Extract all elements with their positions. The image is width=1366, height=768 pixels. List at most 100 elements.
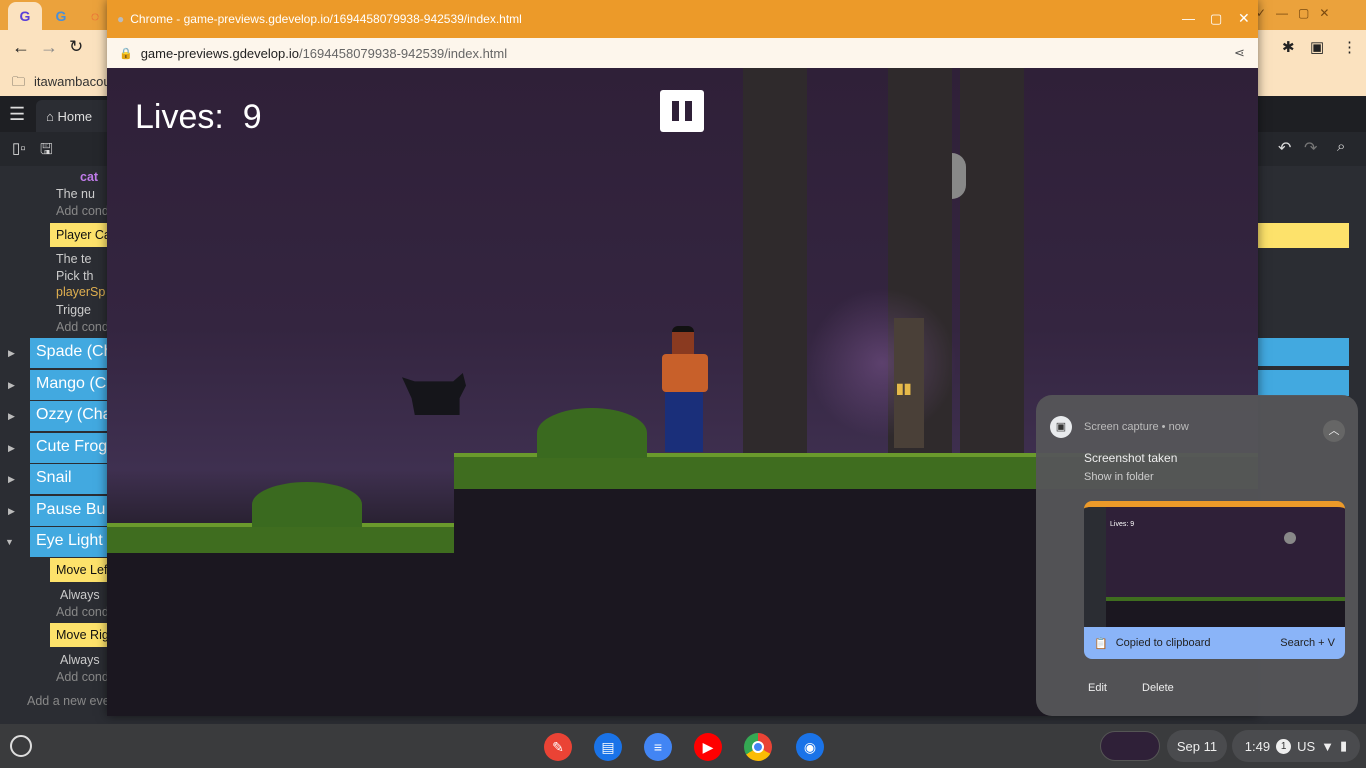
close-button[interactable]: ✕ — [1238, 10, 1250, 27]
gdevelop-tab-icon-2[interactable]: G — [44, 2, 78, 30]
delete-button[interactable]: Delete — [1142, 682, 1174, 694]
lock-icon: 🔒 — [119, 47, 133, 60]
clipboard-bar[interactable]: 📋 Copied to clipboard Search + V — [1084, 627, 1345, 659]
layout-icon[interactable]: ▯▫ — [12, 139, 26, 157]
redo-icon[interactable]: ↷ — [1304, 138, 1317, 158]
popup-title: Chrome - game-previews.gdevelop.io/16944… — [130, 12, 522, 26]
expand-icon[interactable]: ▶ — [8, 348, 15, 359]
address-bar[interactable]: 🔒 game-previews.gdevelop.io/169445807993… — [107, 38, 1258, 68]
back-icon[interactable]: ← — [12, 37, 30, 58]
url-host: game-previews.gdevelop.io — [140, 45, 299, 61]
notification-app: Screen capture — [1084, 421, 1159, 433]
expand-icon[interactable]: ▶ — [8, 474, 15, 485]
add-condition-2[interactable]: Add conditi — [50, 320, 110, 334]
clipboard-icon: 📋 — [1094, 637, 1108, 650]
lives-value: 9 — [242, 98, 262, 136]
always-condition[interactable]: Always — [50, 588, 110, 602]
minimize-button[interactable]: — — [1182, 11, 1195, 26]
date-tray[interactable]: Sep 11 — [1167, 730, 1227, 762]
docs-app-icon[interactable]: ≡ — [644, 733, 672, 761]
paste-shortcut: Search + V — [1280, 637, 1335, 649]
gdevelop-tab-icon[interactable]: G — [8, 2, 42, 30]
thumb-lives: Lives: 9 — [1110, 521, 1135, 528]
youtube-app-icon[interactable]: ▶ — [694, 733, 722, 761]
lamp-light: ▮▮ — [896, 380, 912, 396]
bookmark-folder[interactable]: itawambacoun — [34, 74, 118, 89]
bush — [537, 408, 647, 458]
canvas-app-icon[interactable]: ✎ — [544, 733, 572, 761]
event-move-left[interactable]: Move Left — [50, 558, 110, 582]
add-condition-4[interactable]: Add conditi — [50, 670, 110, 684]
add-condition-3[interactable]: Add conditi — [50, 605, 110, 619]
event-player-cat[interactable]: Player Ca — [50, 223, 110, 247]
event-bar — [1258, 370, 1349, 396]
undo-icon[interactable]: ↶ — [1278, 138, 1291, 158]
cat-condition[interactable]: cat — [50, 170, 110, 184]
trigger-condition[interactable]: Trigge — [50, 303, 110, 317]
expand-icon[interactable]: ▶ — [8, 506, 15, 517]
expand-icon[interactable]: ▶ — [8, 443, 15, 454]
window-controls[interactable]: ✓ — ▢ ✕ — [1256, 6, 1329, 20]
tree-trunk — [743, 68, 807, 458]
tab-home-label: Home — [57, 109, 93, 124]
group-cute-frog[interactable]: Cute Frog — [30, 433, 110, 463]
expand-icon[interactable]: ▶ — [8, 411, 15, 422]
chrome-app-icon[interactable] — [744, 733, 772, 761]
pick-condition[interactable]: Pick th — [50, 269, 110, 283]
search-icon[interactable]: ⌕ — [1337, 138, 1345, 155]
event-move-right[interactable]: Move Rig — [50, 623, 110, 647]
input-method: US — [1297, 738, 1316, 754]
expand-icon[interactable]: ▶ — [8, 380, 15, 391]
status-tray[interactable]: 1:49 1 US ▼ ▮ — [1232, 730, 1360, 762]
add-condition[interactable]: Add conditi — [50, 204, 110, 218]
side-panel-icon[interactable]: ▣ — [1310, 38, 1324, 56]
save-icon[interactable]: 🖫 — [40, 139, 53, 164]
clock: 1:49 — [1244, 738, 1271, 754]
menu-icon[interactable]: ⋮ — [1342, 38, 1357, 56]
screenshot-notification: ▣ Screen capture • now ︿ Screenshot take… — [1036, 395, 1358, 716]
bush — [252, 482, 362, 527]
tree-trunk — [960, 68, 1024, 458]
cat-sprite — [402, 373, 466, 415]
collapse-notification-button[interactable]: ︿ — [1323, 420, 1345, 442]
hamburger-icon[interactable]: ☰ — [9, 104, 25, 125]
pause-button[interactable] — [660, 90, 704, 132]
edit-button[interactable]: Edit — [1088, 682, 1107, 694]
lives-label: Lives: — [135, 98, 224, 136]
reload-icon[interactable]: ↻ — [69, 37, 83, 57]
variable-condition[interactable]: The nu — [50, 187, 110, 201]
group-snail[interactable]: Snail — [30, 464, 110, 494]
classroom-app-icon[interactable]: ▤ — [594, 733, 622, 761]
forward-icon[interactable]: → — [40, 37, 58, 58]
collapse-icon[interactable]: ▼ — [5, 537, 14, 547]
show-in-folder-link[interactable]: Show in folder — [1084, 471, 1154, 483]
pause-icon — [672, 101, 679, 121]
tab-home[interactable]: ⌂ Home — [36, 100, 116, 132]
maximize-button[interactable]: ▢ — [1210, 11, 1222, 27]
variable-condition-2[interactable]: The te — [50, 252, 110, 266]
group-pause-button[interactable]: Pause Bu — [30, 496, 110, 526]
add-new-event[interactable]: Add a new eve — [27, 694, 107, 708]
extensions-icon[interactable]: ✱ — [1282, 38, 1295, 56]
player-character — [657, 326, 713, 456]
group-ozzy[interactable]: Ozzy (Cha — [30, 401, 110, 431]
share-icon[interactable]: ⋖ — [1234, 45, 1245, 61]
notification-count-badge: 1 — [1276, 738, 1292, 754]
popup-titlebar: ● Chrome - game-previews.gdevelop.io/169… — [107, 0, 1258, 38]
url-path: /1694458079938-942539/index.html — [298, 45, 508, 61]
camera-app-icon[interactable]: ◉ — [796, 733, 824, 761]
copied-label: Copied to clipboard — [1115, 637, 1211, 649]
group-mango[interactable]: Mango (C — [30, 370, 110, 400]
group-eye-light[interactable]: Eye Light — [30, 527, 110, 557]
event-bar — [1258, 223, 1349, 248]
holding-space-thumbnail[interactable] — [1100, 731, 1160, 761]
screenshot-thumbnail[interactable]: Lives: 9 — [1084, 501, 1345, 627]
notification-time: now — [1168, 421, 1189, 433]
event-bar — [1258, 338, 1349, 366]
wifi-icon: ▼ — [1321, 738, 1335, 754]
always-condition-2[interactable]: Always — [50, 653, 110, 667]
launcher-button[interactable] — [10, 735, 32, 757]
home-icon: ⌂ — [46, 109, 54, 124]
lamp-glow — [807, 288, 957, 438]
group-spade[interactable]: Spade (Ch — [30, 338, 110, 368]
